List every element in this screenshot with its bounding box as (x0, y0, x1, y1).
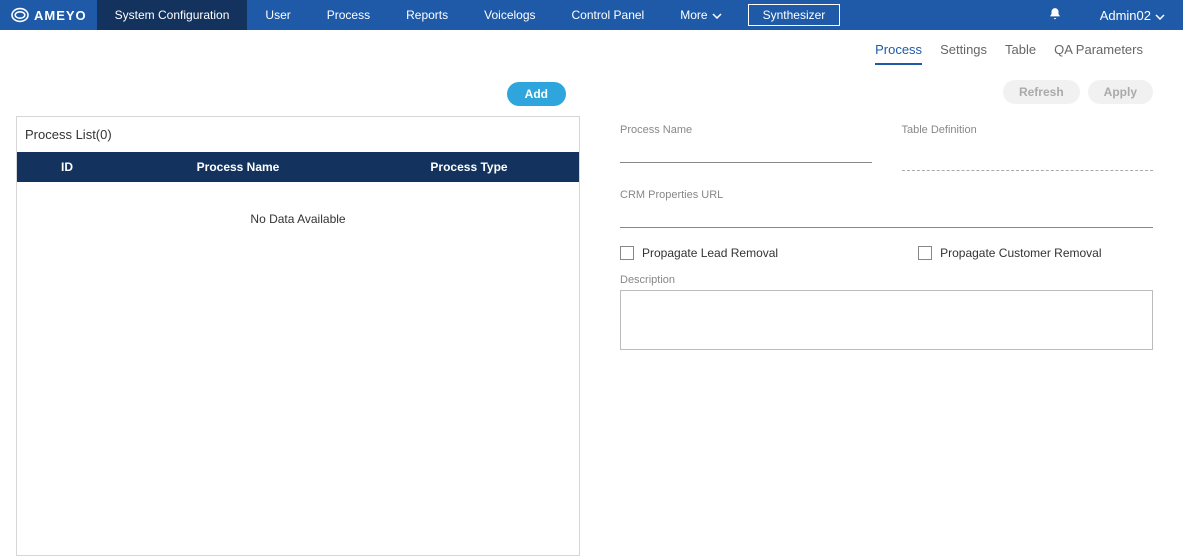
customer-removal-label: Propagate Customer Removal (940, 246, 1101, 260)
description-label: Description (620, 274, 1153, 286)
nav-synthesizer-button[interactable]: Synthesizer (748, 4, 841, 26)
add-button[interactable]: Add (507, 82, 566, 106)
table-definition-input[interactable] (902, 140, 1154, 171)
crm-url-input[interactable] (620, 205, 1153, 228)
right-pane: Refresh Apply Process Name Table Definit… (580, 72, 1183, 554)
crm-url-label: CRM Properties URL (620, 189, 1153, 201)
lead-removal-label: Propagate Lead Removal (642, 246, 778, 260)
table-definition-label: Table Definition (902, 124, 1154, 136)
nav-voicelogs[interactable]: Voicelogs (466, 0, 553, 30)
process-list-title: Process List(0) (17, 117, 579, 152)
brand-logo-icon (10, 7, 30, 23)
col-process-type[interactable]: Process Type (359, 152, 579, 182)
topbar: AMEYO System Configuration User Process … (0, 0, 1183, 30)
topbar-right: Admin02 (1028, 0, 1183, 30)
refresh-button[interactable]: Refresh (1003, 80, 1080, 104)
process-name-label: Process Name (620, 124, 872, 136)
description-textarea[interactable] (620, 290, 1153, 350)
brand-logo: AMEYO (0, 0, 97, 30)
user-menu[interactable]: Admin02 (1082, 8, 1183, 23)
nav-reports[interactable]: Reports (388, 0, 466, 30)
left-pane: Add Process List(0) ID Process Name Proc… (0, 72, 580, 554)
col-id[interactable]: ID (17, 152, 117, 182)
process-table: ID Process Name Process Type No Data Ava… (17, 152, 579, 256)
process-list-panel: Process List(0) ID Process Name Process … (16, 116, 580, 556)
process-name-input[interactable] (620, 140, 872, 163)
apply-button[interactable]: Apply (1088, 80, 1153, 104)
brand-text: AMEYO (34, 8, 87, 23)
subtab-table[interactable]: Table (1005, 42, 1036, 65)
notifications-button[interactable] (1028, 7, 1082, 24)
nav-user[interactable]: User (247, 0, 308, 30)
bell-icon (1048, 7, 1062, 24)
chevron-down-icon (712, 8, 722, 22)
main: Add Process List(0) ID Process Name Proc… (0, 72, 1183, 554)
nav-process[interactable]: Process (309, 0, 388, 30)
col-process-name[interactable]: Process Name (117, 152, 359, 182)
subtab-settings[interactable]: Settings (940, 42, 987, 65)
no-data-message: No Data Available (17, 182, 579, 256)
customer-removal-checkbox[interactable] (918, 246, 932, 260)
subtab-qa-parameters[interactable]: QA Parameters (1054, 42, 1143, 65)
subtabs: Process Settings Table QA Parameters (0, 30, 1183, 72)
lead-removal-checkbox[interactable] (620, 246, 634, 260)
nav-system-configuration[interactable]: System Configuration (97, 0, 248, 30)
nav-control-panel[interactable]: Control Panel (554, 0, 663, 30)
chevron-down-icon (1155, 8, 1165, 23)
subtab-process[interactable]: Process (875, 42, 922, 65)
nav-more[interactable]: More (662, 0, 739, 30)
